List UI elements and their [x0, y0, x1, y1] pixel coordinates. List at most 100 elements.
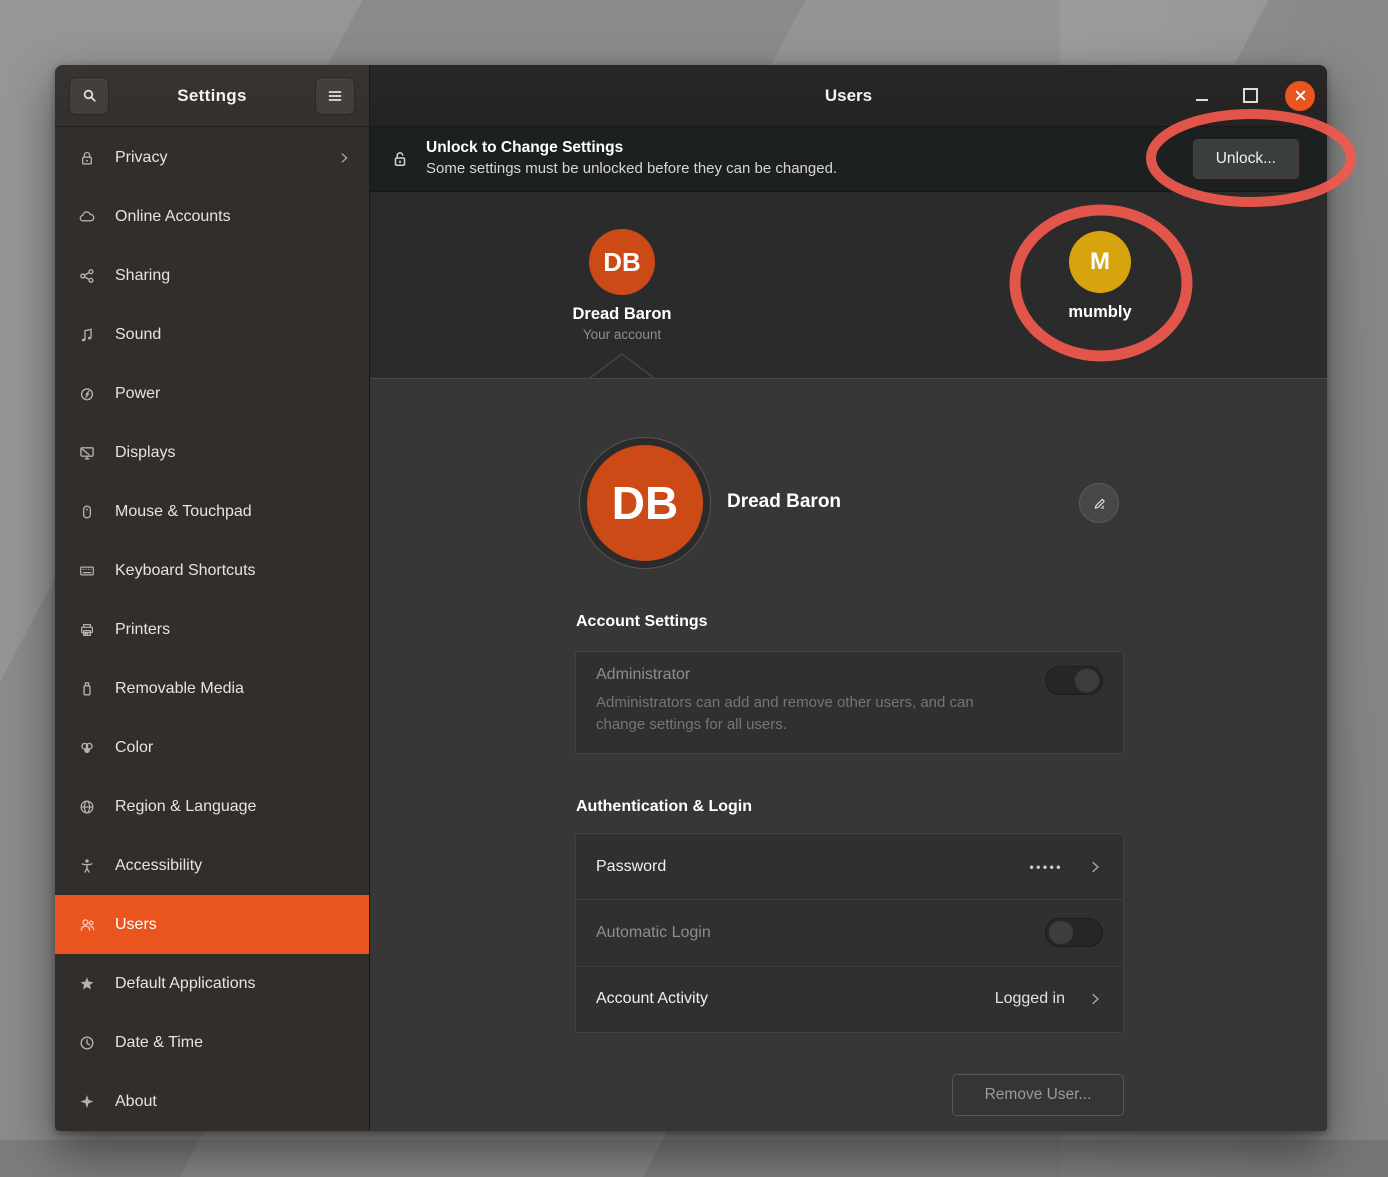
settings-window: Settings Privacy Online Accounts Sharing — [55, 65, 1327, 1131]
sparkle-icon — [78, 1093, 96, 1111]
automatic-login-label: Automatic Login — [596, 924, 1033, 942]
sidebar-item-accessibility[interactable]: Accessibility — [55, 836, 369, 895]
remove-user-button[interactable]: Remove User... — [952, 1074, 1124, 1116]
sidebar-item-label: Online Accounts — [115, 208, 351, 226]
sidebar-item-label: Date & Time — [115, 1034, 351, 1052]
main-panel: Users Unlock to Change Settings Some set… — [370, 65, 1327, 1131]
sidebar-item-label: Privacy — [115, 149, 318, 167]
sidebar-item-privacy[interactable]: Privacy — [55, 128, 369, 187]
sidebar-item-about[interactable]: About — [55, 1072, 369, 1131]
profile-avatar[interactable]: DB — [587, 445, 703, 561]
close-icon — [1294, 89, 1307, 102]
profile-name: Dread Baron — [727, 491, 841, 513]
display-icon — [78, 444, 96, 462]
sidebar-item-printers[interactable]: Printers — [55, 600, 369, 659]
users-icon — [78, 916, 96, 934]
close-button[interactable] — [1285, 81, 1315, 111]
unlock-banner-text: Unlock to Change Settings Some settings … — [426, 138, 1177, 179]
clock-icon — [78, 1034, 96, 1052]
sidebar-item-mouse-touchpad[interactable]: Mouse & Touchpad — [55, 482, 369, 541]
administrator-description: Administrators can add and remove other … — [596, 692, 1026, 736]
sidebar-item-label: Displays — [115, 444, 351, 462]
sidebar-item-label: Keyboard Shortcuts — [115, 562, 351, 580]
account-settings-heading: Account Settings — [576, 613, 708, 631]
sidebar-item-label: Region & Language — [115, 798, 351, 816]
administrator-card: Administrator Administrators can add and… — [575, 651, 1124, 754]
administrator-label: Administrator — [596, 666, 1045, 684]
color-circles-icon — [78, 739, 96, 757]
sidebar-item-sharing[interactable]: Sharing — [55, 246, 369, 305]
account-activity-row[interactable]: Account Activity Logged in — [576, 966, 1123, 1032]
carousel-user-mumbly[interactable]: M mumbly — [1020, 231, 1180, 322]
sidebar: Settings Privacy Online Accounts Sharing — [55, 65, 370, 1131]
unlock-banner: Unlock to Change Settings Some settings … — [370, 127, 1327, 192]
sidebar-header: Settings — [55, 65, 369, 127]
sidebar-item-label: Sharing — [115, 267, 351, 285]
sidebar-item-sound[interactable]: Sound — [55, 305, 369, 364]
user-subtitle: Your account — [542, 327, 702, 342]
sidebar-item-label: Users — [115, 916, 351, 934]
page-title: Users — [370, 86, 1327, 106]
keyboard-icon — [78, 562, 96, 580]
avatar: M — [1069, 231, 1131, 293]
password-row[interactable]: Password ••••• — [576, 834, 1123, 899]
pencil-icon — [1091, 495, 1108, 512]
share-icon — [78, 267, 96, 285]
password-value: ••••• — [1029, 860, 1063, 874]
titlebar: Users — [370, 65, 1327, 127]
account-activity-value: Logged in — [995, 990, 1065, 1008]
sidebar-item-keyboard-shortcuts[interactable]: Keyboard Shortcuts — [55, 541, 369, 600]
lock-icon — [78, 149, 96, 167]
user-carousel: DB Dread Baron Your account M mumbly — [370, 192, 1327, 378]
minimize-button[interactable] — [1189, 83, 1215, 109]
sidebar-item-default-applications[interactable]: Default Applications — [55, 954, 369, 1013]
cloud-icon — [78, 208, 96, 226]
account-activity-label: Account Activity — [596, 990, 983, 1008]
sidebar-item-label: Printers — [115, 621, 351, 639]
sidebar-title: Settings — [177, 86, 246, 106]
maximize-button[interactable] — [1237, 83, 1263, 109]
avatar: DB — [589, 229, 655, 295]
sidebar-item-label: Accessibility — [115, 857, 351, 875]
user-detail-panel: DB Dread Baron Account Settings Administ… — [370, 378, 1327, 1131]
sidebar-item-label: Sound — [115, 326, 351, 344]
chevron-right-icon — [337, 151, 351, 165]
administrator-toggle[interactable] — [1045, 666, 1103, 695]
automatic-login-toggle[interactable] — [1045, 918, 1103, 947]
sidebar-item-label: Default Applications — [115, 975, 351, 993]
password-label: Password — [596, 858, 1017, 876]
unlock-banner-subtitle: Some settings must be unlocked before th… — [426, 159, 1177, 179]
lock-icon — [390, 149, 410, 169]
sidebar-item-removable-media[interactable]: Removable Media — [55, 659, 369, 718]
hamburger-icon — [327, 89, 343, 103]
search-icon — [81, 87, 98, 104]
sidebar-item-label: Removable Media — [115, 680, 351, 698]
power-icon — [78, 385, 96, 403]
selected-user-pointer — [586, 351, 658, 379]
sidebar-item-label: About — [115, 1093, 351, 1111]
sidebar-item-users[interactable]: Users — [55, 895, 369, 954]
mouse-icon — [78, 503, 96, 521]
printer-icon — [78, 621, 96, 639]
sidebar-item-date-time[interactable]: Date & Time — [55, 1013, 369, 1072]
sidebar-item-online-accounts[interactable]: Online Accounts — [55, 187, 369, 246]
carousel-user-dread-baron[interactable]: DB Dread Baron Your account — [542, 229, 702, 342]
rename-user-button[interactable] — [1079, 483, 1119, 523]
unlock-button[interactable]: Unlock... — [1193, 139, 1299, 179]
user-name: Dread Baron — [542, 305, 702, 324]
window-controls — [1189, 81, 1315, 111]
sidebar-list: Privacy Online Accounts Sharing Sound Po… — [55, 127, 369, 1131]
sidebar-item-label: Color — [115, 739, 351, 757]
menu-button[interactable] — [315, 77, 355, 115]
sidebar-item-power[interactable]: Power — [55, 364, 369, 423]
music-note-icon — [78, 326, 96, 344]
sidebar-item-displays[interactable]: Displays — [55, 423, 369, 482]
globe-icon — [78, 798, 96, 816]
search-button[interactable] — [69, 77, 109, 115]
auth-login-heading: Authentication & Login — [576, 798, 752, 816]
toggle-knob — [1048, 920, 1074, 945]
sidebar-item-color[interactable]: Color — [55, 718, 369, 777]
sidebar-item-label: Power — [115, 385, 351, 403]
sidebar-item-region-language[interactable]: Region & Language — [55, 777, 369, 836]
unlock-banner-title: Unlock to Change Settings — [426, 138, 1177, 159]
